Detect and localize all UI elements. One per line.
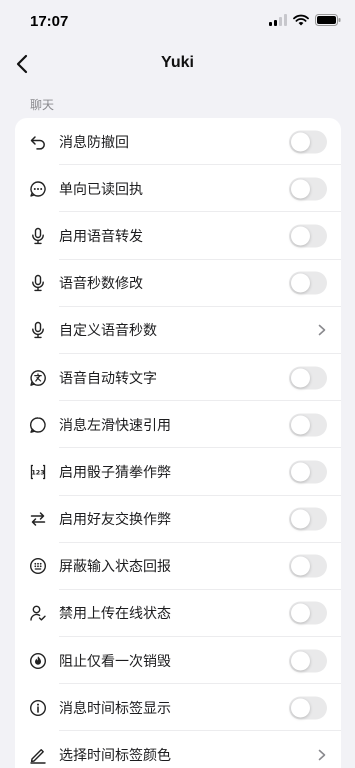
speech-bubble-icon — [29, 416, 47, 434]
page-title: Yuki — [161, 54, 194, 71]
toggle-knob — [291, 556, 310, 576]
status-icons — [269, 14, 341, 26]
settings-row-label: 选择时间标签颜色 — [59, 748, 171, 765]
settings-row: 禁用上传在线状态 — [15, 590, 341, 638]
toggle-switch[interactable] — [289, 271, 327, 295]
microphone-icon — [29, 321, 47, 339]
settings-row-label: 启用骰子猜拳作弊 — [59, 464, 171, 481]
toggle-knob — [291, 509, 310, 529]
microphone-icon — [29, 227, 47, 245]
toggle-switch[interactable] — [289, 507, 327, 531]
wifi-icon — [293, 14, 309, 26]
settings-row-label: 启用好友交换作弊 — [59, 512, 171, 529]
settings-row-label: 消息防撤回 — [59, 134, 129, 151]
chat-dots-icon — [29, 180, 47, 198]
toggle-switch[interactable] — [289, 696, 327, 720]
battery-icon — [315, 14, 341, 26]
toggle-knob — [291, 415, 310, 435]
person-check-icon — [29, 604, 47, 622]
microphone-icon — [29, 274, 47, 292]
undo-arrow-icon — [29, 133, 47, 151]
toggle-switch[interactable] — [289, 130, 327, 154]
settings-row-label: 消息时间标签显示 — [59, 700, 171, 717]
nav-bar: Yuki — [0, 44, 355, 84]
toggle-knob — [291, 179, 310, 199]
settings-row[interactable]: 自定义语音秒数 — [15, 307, 341, 354]
status-time: 17:07 — [30, 13, 69, 30]
toggle-knob — [291, 651, 310, 671]
toggle-switch[interactable] — [289, 224, 327, 248]
toggle-switch[interactable] — [289, 649, 327, 673]
chevron-right-icon — [317, 323, 327, 337]
settings-row-label: 自定义语音秒数 — [59, 323, 157, 340]
chevron-right-icon — [317, 748, 327, 762]
settings-row: 启用语音转发 — [15, 212, 341, 260]
settings-row: 消息防撤回 — [15, 118, 341, 166]
toggle-switch[interactable] — [289, 601, 327, 625]
settings-row-label: 语音自动转文字 — [59, 370, 157, 387]
svg-text:123: 123 — [31, 469, 44, 477]
settings-row[interactable]: 选择时间标签颜色 — [15, 731, 341, 768]
keypad-icon — [29, 557, 47, 575]
settings-row-label: 消息左滑快速引用 — [59, 417, 171, 434]
settings-row: 123 启用骰子猜拳作弊 — [15, 448, 341, 496]
translate-bubble-icon — [29, 369, 47, 387]
toggle-switch[interactable] — [289, 460, 327, 484]
settings-row-label: 禁用上传在线状态 — [59, 606, 171, 623]
settings-card: 消息防撤回单向已读回执 启用语音转发 语音秒数修改 自定义语音秒数 语音自动转文字 消息左… — [15, 118, 341, 768]
toggle-knob — [291, 273, 310, 293]
settings-row-label: 屏蔽输入状态回报 — [59, 559, 171, 576]
settings-row: 语音自动转文字 — [15, 354, 341, 402]
toggle-knob — [291, 603, 310, 623]
status-bar: 17:07 — [0, 0, 355, 44]
info-circle-icon — [29, 699, 47, 717]
toggle-switch[interactable] — [289, 554, 327, 578]
section-header: 聊天 — [30, 98, 55, 112]
toggle-knob — [291, 462, 310, 482]
signal-icon — [269, 14, 287, 26]
settings-row-label: 语音秒数修改 — [59, 276, 143, 293]
settings-row: 消息左滑快速引用 — [15, 401, 341, 449]
settings-row-label: 单向已读回执 — [59, 181, 143, 198]
toggle-switch[interactable] — [289, 177, 327, 201]
toggle-knob — [291, 226, 310, 246]
settings-row-label: 启用语音转发 — [59, 228, 143, 245]
settings-row-label: 阻止仅看一次销毁 — [59, 653, 171, 670]
settings-row: 阻止仅看一次销毁 — [15, 637, 341, 685]
swap-arrows-icon — [29, 510, 47, 528]
toggle-switch[interactable] — [289, 366, 327, 390]
settings-row: 屏蔽输入状态回报 — [15, 543, 341, 590]
settings-row: 启用好友交换作弊 — [15, 496, 341, 543]
toggle-switch[interactable] — [289, 413, 327, 437]
settings-row: 语音秒数修改 — [15, 260, 341, 307]
toggle-knob — [291, 132, 310, 152]
settings-row: 单向已读回执 — [15, 165, 341, 213]
number-box-icon: 123 — [29, 463, 47, 481]
toggle-knob — [291, 368, 310, 388]
pen-icon — [29, 746, 47, 764]
settings-row: 消息时间标签显示 — [15, 684, 341, 732]
fire-circle-icon — [29, 652, 47, 670]
toggle-knob — [291, 698, 310, 718]
